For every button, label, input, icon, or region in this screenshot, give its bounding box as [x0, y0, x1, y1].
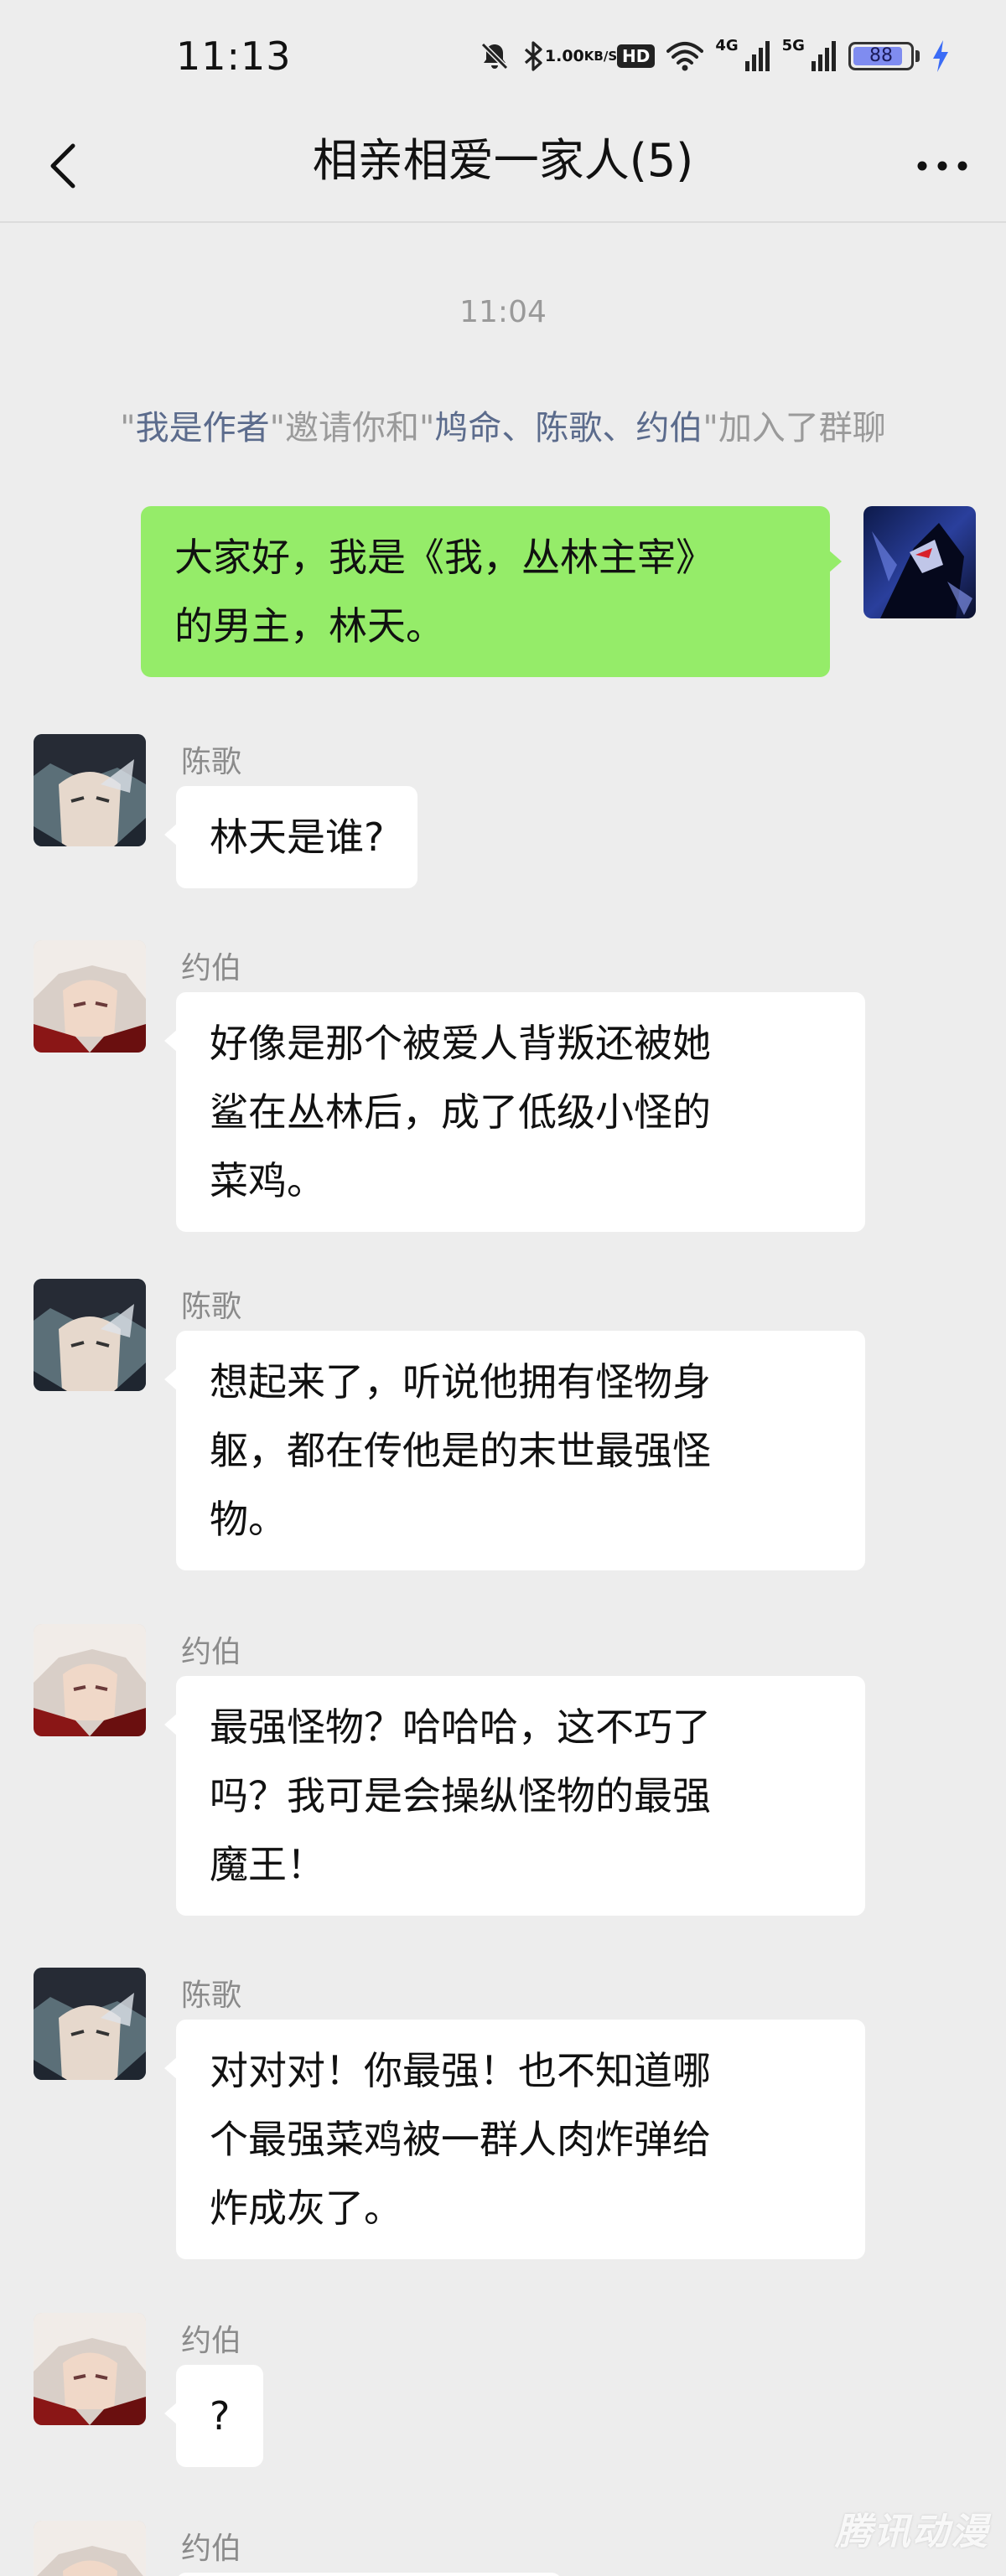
message-bubble-incoming[interactable]: ? — [163, 2365, 264, 2467]
avatar-chen-ge[interactable] — [34, 1968, 146, 2080]
invitee-names-link[interactable]: 鸠命、陈歌、约伯 — [434, 409, 703, 447]
network-speed: 1.00 KB/S — [545, 48, 617, 65]
avatar-yue-bo[interactable] — [34, 940, 146, 1053]
avatar-chen-ge[interactable] — [34, 1279, 146, 1391]
network-label-4g: 4G — [715, 37, 739, 54]
chat-title: 相亲相爱一家人(5) — [312, 134, 694, 187]
sender-name: 约伯 — [181, 951, 242, 985]
chat-header: 相亲相爱一家人(5) — [0, 109, 1006, 223]
system-message-text: 邀请你和 — [285, 409, 419, 447]
hd-badge: HD — [617, 44, 656, 68]
message-bubble-incoming[interactable] — [176, 2573, 562, 2576]
message-bubble-incoming[interactable]: 林天是谁? — [163, 786, 418, 888]
network-label-5g: 5G — [781, 37, 805, 54]
avatar-yue-bo[interactable] — [34, 2521, 146, 2576]
more-dots-icon — [917, 161, 967, 171]
inviter-name-link[interactable]: 我是作者 — [136, 409, 270, 447]
system-message-text: 加入了群聊 — [718, 409, 886, 447]
sender-name: 陈歌 — [181, 745, 242, 779]
sender-name: 约伯 — [181, 1635, 242, 1669]
signal-icon — [811, 41, 837, 71]
message-bubble-incoming[interactable]: 想起来了，听说他拥有怪物身 躯，都在传他是的末世最强怪 物。 — [164, 1331, 865, 1570]
battery-cap — [915, 50, 920, 62]
message-bubble-incoming[interactable]: 对对对！你最强！也不知道哪 个最强菜鸡被一群人肉炸弹给 炸成灰了。 — [164, 2020, 865, 2259]
signal-icon — [744, 41, 770, 71]
quote: " — [419, 409, 435, 447]
speed-unit: KB/S — [583, 49, 618, 64]
sender-name: 约伯 — [181, 2532, 242, 2566]
avatar-chen-ge[interactable] — [34, 734, 146, 846]
avatar-self[interactable] — [863, 506, 976, 618]
mute-bell-icon — [478, 39, 511, 73]
watermark-logo: 腾讯动漫 — [835, 2511, 989, 2553]
chat-screen: 11:13 1.00 KB/S HD 4G 5G 88 相亲相爱一家人(5) 1… — [0, 0, 1006, 2576]
speed-value: 1.00 — [544, 47, 584, 65]
battery-icon: 88 — [848, 42, 914, 70]
sender-name: 陈歌 — [181, 1290, 242, 1324]
charging-bolt-icon — [931, 40, 950, 72]
status-time: 11:13 — [176, 34, 292, 79]
quote: " — [120, 409, 136, 447]
battery-level-text: 88 — [869, 45, 893, 66]
message-bubble-outgoing[interactable]: 大家好，我是《我，丛林主宰》 的男主，林天。 — [141, 506, 842, 677]
status-bar: 11:13 1.00 KB/S HD 4G 5G 88 — [0, 0, 1006, 109]
message-bubble-incoming[interactable]: 好像是那个被爱人背叛还被她 鲨在丛林后，成了低级小怪的 菜鸡。 — [164, 992, 865, 1232]
system-message: "我是作者"邀请你和"鸠命、陈歌、约伯"加入了群聊 — [0, 401, 1006, 449]
status-icons: 1.00 KB/S HD 4G 5G 88 — [478, 34, 950, 79]
battery-body: 88 — [848, 42, 914, 70]
wifi-icon — [666, 41, 704, 71]
sender-name: 陈歌 — [181, 1979, 242, 2013]
message-timestamp: 11:04 — [459, 295, 547, 329]
avatar-yue-bo[interactable] — [34, 2313, 146, 2425]
quote: " — [703, 409, 718, 447]
more-button[interactable] — [909, 132, 976, 199]
bluetooth-icon — [523, 39, 545, 73]
quote: " — [269, 409, 285, 447]
avatar-yue-bo[interactable] — [34, 1624, 146, 1736]
sender-name: 约伯 — [181, 2324, 242, 2358]
message-bubble-incoming[interactable]: 最强怪物？哈哈哈，这不巧了 吗？我可是会操纵怪物的最强 魔王！ — [164, 1676, 865, 1916]
